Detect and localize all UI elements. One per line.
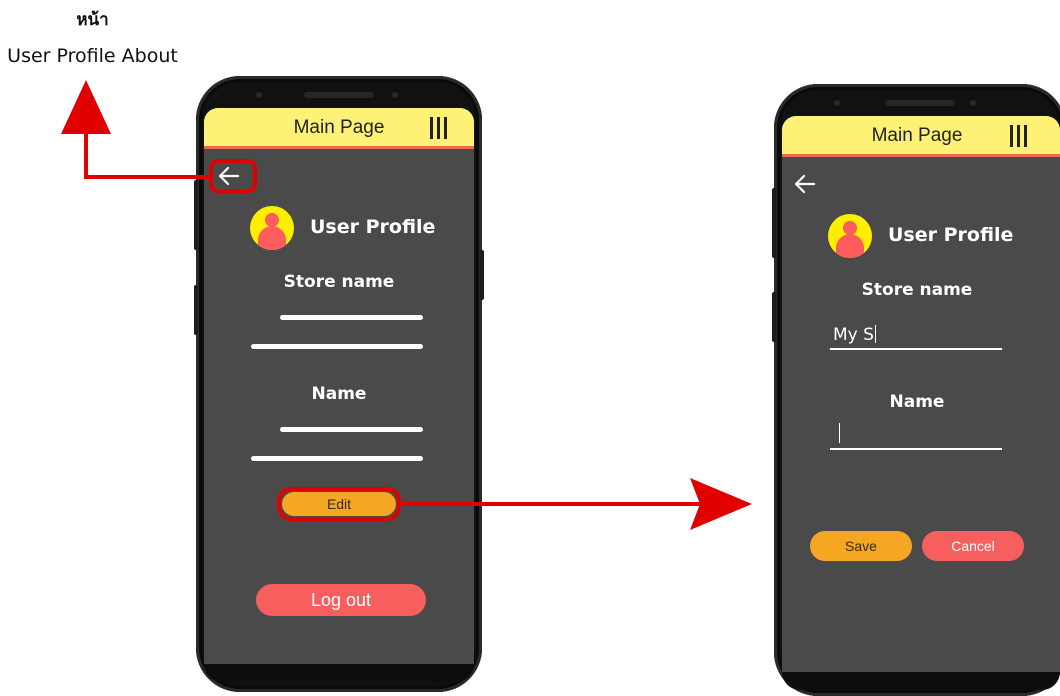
avatar (250, 206, 294, 250)
avatar (828, 214, 872, 258)
sensor-dot (392, 92, 398, 98)
save-button[interactable]: Save (810, 531, 912, 561)
caption-page-label: หน้า (76, 10, 109, 30)
sensor-dot (970, 100, 976, 106)
phone-left-side-button-2 (194, 285, 198, 335)
speaker-grille (885, 100, 955, 106)
app-bar: Main Page (204, 108, 474, 149)
camera-dot (834, 100, 840, 106)
name-label: Name (889, 392, 945, 412)
phone-right-side-button-2 (772, 292, 776, 342)
name-input[interactable] (830, 420, 1002, 450)
store-name-label: Store name (861, 280, 973, 300)
name-label: Name (311, 384, 367, 404)
store-name-value: My S (833, 325, 874, 345)
arrow-left-icon[interactable] (792, 171, 818, 197)
phone-left-bottom-bezel (204, 664, 474, 682)
edit-button-highlight (277, 487, 401, 521)
caption-user-profile-about: User Profile About (7, 45, 178, 67)
store-name-placeholder-line (280, 315, 423, 320)
cancel-button[interactable]: Cancel (922, 531, 1024, 561)
phone-right-bottom-bezel (782, 672, 1060, 690)
profile-title: User Profile (888, 224, 1014, 246)
screen-right: Main Page User Profile Store name My S N… (782, 116, 1060, 672)
phone-left-power-button (480, 250, 484, 300)
profile-title: User Profile (310, 216, 436, 238)
speaker-grille (304, 92, 374, 98)
logout-button[interactable]: Log out (256, 584, 426, 616)
store-name-placeholder-line-2 (251, 344, 423, 349)
phone-right-side-button (772, 188, 776, 258)
name-placeholder-line-2 (251, 456, 423, 461)
app-bar: Main Page (782, 116, 1060, 157)
store-name-input[interactable]: My S (830, 320, 1002, 350)
menu-icon[interactable] (1008, 125, 1030, 147)
back-button-highlight (209, 159, 257, 193)
text-caret (874, 325, 876, 343)
menu-icon[interactable] (428, 117, 450, 139)
store-name-label: Store name (283, 272, 395, 292)
phone-left-side-button (194, 180, 198, 250)
camera-dot (256, 92, 262, 98)
name-placeholder-line (280, 427, 423, 432)
text-caret (839, 423, 840, 443)
arrow-to-about-page (61, 80, 209, 179)
